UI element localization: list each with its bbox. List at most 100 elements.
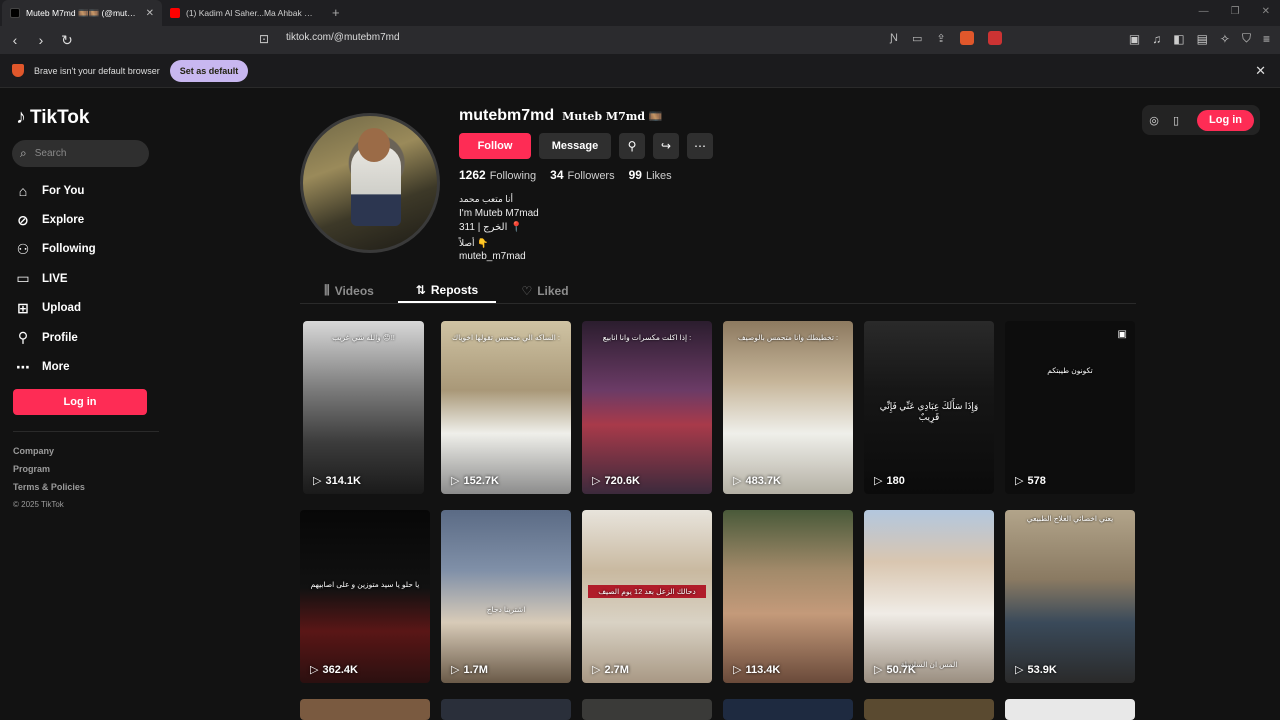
header-login-button[interactable]: Log in xyxy=(1197,109,1254,131)
video-card[interactable] xyxy=(300,699,430,720)
sidebar-item-live[interactable]: ▭ LIVE xyxy=(15,264,96,293)
vpn-icon[interactable]: ⛉ xyxy=(1242,31,1251,46)
share-button[interactable]: ↪ xyxy=(653,133,679,159)
video-card[interactable]: الساكه الي متحمس تقولها اخوياك : ▷ 152.7K xyxy=(441,321,571,494)
home-icon: ⌂ xyxy=(18,182,28,199)
sidebar-item-explore[interactable]: ⊘ Explore xyxy=(15,205,96,234)
stat-following[interactable]: 1262 Following xyxy=(459,168,536,182)
video-card[interactable] xyxy=(582,699,712,720)
video-caption: الساكه الي متحمس تقولها اخوياك : xyxy=(451,333,560,342)
footer-link-company[interactable]: Company xyxy=(13,442,85,460)
heart-icon: ♡ xyxy=(521,283,533,298)
infobar-close-icon[interactable]: ✕ xyxy=(1255,63,1266,79)
sidebar-item-following[interactable]: ⚇ Following xyxy=(15,235,96,264)
brave-rewards-icon[interactable] xyxy=(987,31,1002,45)
avatar[interactable] xyxy=(300,113,440,253)
top-right-actions: ◎ ▯ Log in xyxy=(1142,105,1260,135)
video-card[interactable]: ▷ 113.4K xyxy=(723,510,853,683)
video-card[interactable]: إذا اكلت مكسرات وانا انابيع : ▷ 720.6K xyxy=(582,321,712,494)
cast-icon[interactable]: ▭ xyxy=(912,32,922,45)
video-card[interactable] xyxy=(441,699,571,720)
forward-icon[interactable]: › xyxy=(34,32,48,48)
search-input[interactable]: ⌕ Search xyxy=(12,140,149,167)
leo-ai-icon[interactable]: ✧ xyxy=(1220,32,1230,46)
reader-icon[interactable]: Ɲ xyxy=(890,32,898,44)
set-default-button[interactable]: Set as default xyxy=(169,59,249,82)
view-count: ▷ 483.7K xyxy=(733,474,781,488)
share-page-icon[interactable]: ⇪ xyxy=(936,32,945,45)
follow-button[interactable]: Follow xyxy=(459,133,531,159)
more-options-button[interactable]: ⋯ xyxy=(687,133,713,159)
tiktok-logo[interactable]: ♪ TikTok xyxy=(16,106,89,129)
coins-icon[interactable]: ◎ xyxy=(1148,114,1160,127)
video-card[interactable]: وَإِذَا سَأَلَكَ عِبَادِي عَنِّي فَإِنِّ… xyxy=(864,321,994,494)
reload-icon[interactable]: ↻ xyxy=(60,32,74,49)
sidebar-item-profile[interactable]: ⚲ Profile xyxy=(15,323,96,352)
video-card[interactable]: دحالك الزعل بعد 12 يوم الصيف ▷ 2.7M xyxy=(582,510,712,683)
close-window-icon[interactable]: ✕ xyxy=(1262,6,1270,17)
back-icon[interactable]: ‹ xyxy=(8,32,22,48)
media-icon[interactable]: ♫ xyxy=(1152,32,1161,46)
profile-bio: أنا متعب محمد I'm Muteb M7mad 311 | الخر… xyxy=(459,192,539,265)
video-card[interactable]: والله شي غريب 😡!! ▷ 314.1K xyxy=(303,321,424,494)
panel-icon[interactable]: ◧ xyxy=(1173,32,1184,46)
stat-followers[interactable]: 34 Followers xyxy=(550,168,614,182)
sidebar-item-more[interactable]: ⋯ More xyxy=(15,352,96,381)
minimize-icon[interactable]: — xyxy=(1199,6,1209,17)
user-icon: ⚲ xyxy=(17,329,29,346)
sidebar-item-label: Profile xyxy=(42,331,78,344)
browser-tab[interactable]: (1) Kadim Al Saher...Ma Ahbak Baad | ... xyxy=(162,0,322,26)
infobar-text: Brave isn't your default browser xyxy=(34,65,160,76)
sidebar-nav: ⌂ For You ⊘ Explore ⚇ Following ▭ LIVE ⊞… xyxy=(15,176,96,382)
sidebar-divider xyxy=(13,431,159,432)
browser-tab-bar: Muteb M7md 🎞️🎞️ (@mutebm7md) | TikTok ✕ … xyxy=(0,0,1280,26)
sidebar-item-for-you[interactable]: ⌂ For You xyxy=(15,176,96,205)
tab-reposts[interactable]: ⇅ Reposts xyxy=(398,278,496,303)
device-icon[interactable]: ▯ xyxy=(1170,114,1182,127)
footer-link-terms[interactable]: Terms & Policies xyxy=(13,478,85,496)
add-friend-button[interactable]: ⚲ xyxy=(619,133,645,159)
tab-close-icon[interactable]: ✕ xyxy=(146,8,154,19)
view-count: ▷ 314.1K xyxy=(313,474,361,488)
sidebar-item-label: More xyxy=(42,361,70,374)
bookmark-icon[interactable]: ⊡ xyxy=(259,32,269,46)
sidebar-item-label: Following xyxy=(42,243,96,256)
video-card[interactable]: اشترينا دجاج ▷ 1.7M xyxy=(441,510,571,683)
view-count: ▷ 362.4K xyxy=(310,663,358,677)
tab-videos[interactable]: ⫼ Videos xyxy=(300,278,398,303)
profile-handle: mutebm7md xyxy=(459,107,555,124)
logo-text: TikTok xyxy=(30,106,90,128)
play-icon: ▷ xyxy=(874,664,883,676)
message-button[interactable]: Message xyxy=(539,133,611,159)
followers-count: 34 xyxy=(550,168,564,182)
video-card[interactable]: يعني اخصائي العلاج الطبيعي ▷ 53.9K xyxy=(1005,510,1135,683)
profile-display-name: Muteb M7md 🎞️ xyxy=(562,110,663,123)
video-card[interactable]: تخطيطك وانا متحمس بالوصيف : ▷ 483.7K xyxy=(723,321,853,494)
brave-shields-icon[interactable] xyxy=(959,31,974,45)
wallet-icon[interactable]: ▤ xyxy=(1197,32,1208,46)
youtube-favicon-icon xyxy=(170,8,180,18)
video-card[interactable] xyxy=(864,699,994,720)
add-user-icon: ⚲ xyxy=(627,139,637,153)
sidebar-item-upload[interactable]: ⊞ Upload xyxy=(15,294,96,323)
video-card[interactable]: المس ان السلسلة ▷ 50.7K xyxy=(864,510,994,683)
view-count: ▷ 152.7K xyxy=(451,474,499,488)
compass-icon: ⊘ xyxy=(17,211,29,228)
tab-title: (1) Kadim Al Saher...Ma Ahbak Baad | ... xyxy=(186,8,314,18)
url-field[interactable]: tiktok.com/@mutebm7md xyxy=(286,32,400,43)
browser-tab-active[interactable]: Muteb M7md 🎞️🎞️ (@mutebm7md) | TikTok ✕ xyxy=(2,0,162,26)
menu-icon[interactable]: ≡ xyxy=(1263,32,1270,46)
sidebar-toggle-icon[interactable]: ▣ xyxy=(1129,32,1140,46)
view-count: ▷ 578 xyxy=(1015,474,1046,488)
restore-icon[interactable]: ❐ xyxy=(1231,6,1240,17)
video-card[interactable]: يا حلو يا سيد متوزين و على اصابيهم ▷ 362.… xyxy=(300,510,430,683)
footer-link-program[interactable]: Program xyxy=(13,460,85,478)
video-card[interactable] xyxy=(723,699,853,720)
tab-liked[interactable]: ♡ Liked xyxy=(496,278,594,303)
new-tab-button[interactable]: + xyxy=(322,0,350,26)
sidebar-login-button[interactable]: Log in xyxy=(13,389,147,415)
video-card[interactable] xyxy=(1005,699,1135,720)
video-card[interactable]: ▣ تكونون طيبتكم ▷ 578 xyxy=(1005,321,1135,494)
tiktok-page: ♪ TikTok ⌕ Search ⌂ For You ⊘ Explore ⚇ … xyxy=(0,88,1280,720)
search-icon: ⌕ xyxy=(20,146,27,160)
